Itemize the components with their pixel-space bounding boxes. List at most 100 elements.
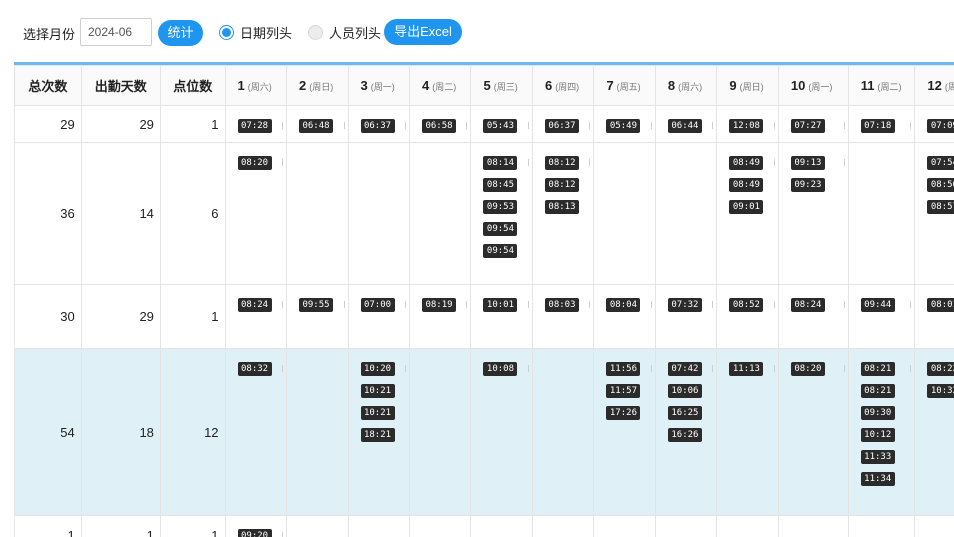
- check-in-time-chip[interactable]: 10:12: [860, 428, 895, 442]
- day-time-cell: 11:13: [716, 348, 779, 516]
- cell-divider-mark: [589, 122, 591, 129]
- cell-divider-mark: [343, 301, 345, 308]
- day-number: 10: [790, 78, 806, 93]
- check-in-time-chip[interactable]: 09:13: [790, 156, 825, 170]
- export-excel-button[interactable]: 导出Excel: [384, 19, 462, 45]
- check-in-time-chip[interactable]: 16:25: [667, 406, 702, 420]
- check-in-time-chip[interactable]: 11:33: [860, 450, 895, 464]
- check-in-time-chip[interactable]: 09:30: [860, 406, 895, 420]
- radio-checked-icon: [219, 24, 234, 40]
- check-in-time-chip[interactable]: 09:01: [729, 200, 764, 214]
- check-in-time-chip[interactable]: 12:08: [729, 119, 764, 133]
- check-in-time-chip[interactable]: 08:22: [927, 362, 954, 376]
- check-in-time-chip[interactable]: 09:44: [860, 298, 895, 312]
- point-count-cell: 6: [159, 142, 226, 285]
- weekday-label: (周一): [808, 82, 833, 92]
- cell-divider-mark: [843, 301, 845, 308]
- check-in-time-chip[interactable]: 08:20: [790, 362, 825, 376]
- cell-divider-mark: [527, 301, 529, 308]
- day-time-cell: 07:27: [777, 105, 849, 143]
- stat-button[interactable]: 统计: [158, 20, 203, 46]
- check-in-time-chip[interactable]: 06:37: [360, 119, 395, 133]
- check-in-time-chip[interactable]: 06:44: [667, 119, 702, 133]
- check-in-time-chip[interactable]: 07:54: [927, 156, 954, 170]
- day-time-cell: [847, 142, 916, 285]
- check-in-time-chip[interactable]: 08:56: [927, 178, 954, 192]
- radio-date-column[interactable]: 日期列头: [219, 24, 293, 41]
- day-time-cell: 07:00: [347, 284, 410, 349]
- check-in-time-chip[interactable]: 08:21: [860, 384, 895, 398]
- attendance-table-container[interactable]: 总次数 出勤天数 点位数 1 (周六) 2 (周日) 3 (周一) 4 (周二) 5 (周…: [14, 62, 954, 537]
- check-in-time-chip[interactable]: 10:20: [360, 362, 395, 376]
- check-in-time-chip[interactable]: 10:01: [483, 298, 518, 312]
- check-in-time-chip[interactable]: 07:18: [860, 119, 895, 133]
- check-in-time-chip[interactable]: 08:52: [729, 298, 764, 312]
- check-in-time-chip[interactable]: 07:28: [237, 119, 272, 133]
- check-in-time-chip[interactable]: 17:26: [606, 406, 641, 420]
- check-in-time-chip[interactable]: 08:21: [860, 362, 895, 376]
- header-day-5: 5 (周三): [470, 65, 533, 106]
- check-in-time-chip[interactable]: 08:57: [927, 200, 954, 214]
- check-in-time-chip[interactable]: 11:34: [860, 472, 895, 486]
- check-in-time-chip[interactable]: 07:42: [667, 362, 702, 376]
- day-time-cell: 06:37: [531, 105, 595, 143]
- check-in-time-chip[interactable]: 08:12: [544, 178, 579, 192]
- check-in-time-chip[interactable]: 08:24: [237, 298, 272, 312]
- day-time-cell: [593, 142, 656, 285]
- check-in-time-chip[interactable]: 08:14: [483, 156, 518, 170]
- weekday-label: (周一): [370, 82, 395, 92]
- check-in-time-chip[interactable]: 08:32: [237, 362, 272, 376]
- check-in-time-chip[interactable]: 09:55: [299, 298, 334, 312]
- check-in-time-chip[interactable]: 07:32: [667, 298, 702, 312]
- check-in-time-chip[interactable]: 06:48: [299, 119, 334, 133]
- check-in-time-chip[interactable]: 08:49: [729, 178, 764, 192]
- check-in-time-chip[interactable]: 08:01: [927, 298, 954, 312]
- header-day-1: 1 (周六): [224, 65, 288, 106]
- check-in-time-chip[interactable]: 05:49: [606, 119, 641, 133]
- check-in-time-chip[interactable]: 08:13: [544, 200, 579, 214]
- check-in-time-chip[interactable]: 08:03: [544, 298, 579, 312]
- cell-divider-mark: [712, 122, 714, 129]
- day-number: 12: [927, 78, 942, 93]
- day-time-cell: 07:42 10:06 16:25 16:26: [654, 348, 718, 516]
- check-in-time-chip[interactable]: 07:09: [927, 119, 954, 133]
- check-in-time-chip[interactable]: 10:32: [927, 384, 954, 398]
- check-in-time-chip[interactable]: 16:26: [667, 428, 702, 442]
- radio-date-label: 日期列头: [240, 25, 293, 41]
- check-in-time-chip[interactable]: 08:49: [729, 156, 764, 170]
- day-number: 2: [299, 78, 307, 93]
- check-in-time-chip[interactable]: 09:53: [483, 200, 518, 214]
- check-in-time-chip[interactable]: 05:43: [483, 119, 518, 133]
- day-time-cell: 07:18: [847, 105, 916, 143]
- day-time-cell: [286, 142, 349, 285]
- check-in-time-chip[interactable]: 10:21: [360, 406, 395, 420]
- check-in-time-chip[interactable]: 08:04: [606, 298, 641, 312]
- check-in-time-chip[interactable]: 09:20: [237, 529, 272, 537]
- day-time-cell: 08:14 08:45 09:53 09:54 09:54: [470, 142, 533, 285]
- check-in-time-chip[interactable]: 07:27: [790, 119, 825, 133]
- check-in-time-chip[interactable]: 11:13: [729, 362, 764, 376]
- month-input[interactable]: [80, 18, 152, 46]
- check-in-time-chip[interactable]: 09:54: [483, 244, 518, 258]
- day-time-cell: 09:44: [847, 284, 916, 349]
- check-in-time-chip[interactable]: 09:54: [483, 222, 518, 236]
- check-in-time-chip[interactable]: 08:45: [483, 178, 518, 192]
- cell-divider-mark: [650, 301, 652, 308]
- check-in-time-chip[interactable]: 08:19: [421, 298, 456, 312]
- check-in-time-chip[interactable]: 18:21: [360, 428, 395, 442]
- check-in-time-chip[interactable]: 08:20: [237, 156, 272, 170]
- day-time-cell: 09:13 09:23: [777, 142, 849, 285]
- check-in-time-chip[interactable]: 10:21: [360, 384, 395, 398]
- radio-person-column[interactable]: 人员列头: [308, 24, 381, 41]
- check-in-time-chip[interactable]: 08:24: [790, 298, 825, 312]
- check-in-time-chip[interactable]: 10:06: [667, 384, 702, 398]
- check-in-time-chip[interactable]: 11:57: [606, 384, 641, 398]
- check-in-time-chip[interactable]: 07:00: [360, 298, 395, 312]
- check-in-time-chip[interactable]: 06:58: [421, 119, 456, 133]
- day-time-cell: 08:04: [593, 284, 656, 349]
- check-in-time-chip[interactable]: 11:56: [606, 362, 641, 376]
- check-in-time-chip[interactable]: 06:37: [544, 119, 579, 133]
- check-in-time-chip[interactable]: 10:08: [483, 362, 518, 376]
- check-in-time-chip[interactable]: 09:23: [790, 178, 825, 192]
- check-in-time-chip[interactable]: 08:12: [544, 156, 579, 170]
